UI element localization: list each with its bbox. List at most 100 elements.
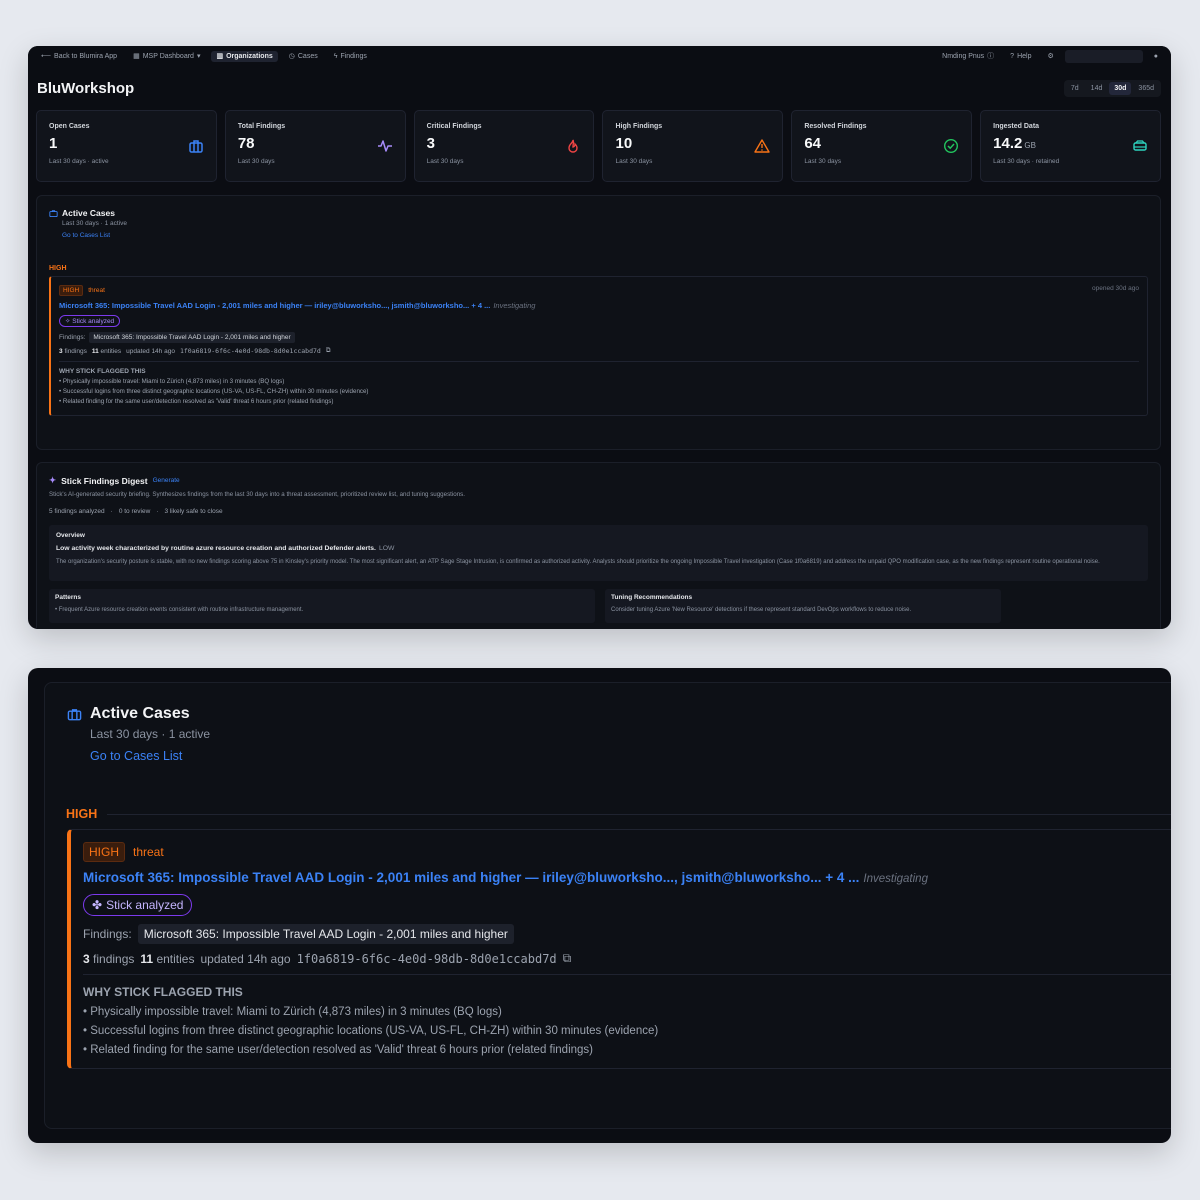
nav-organizations[interactable]: ▥ Organizations xyxy=(211,50,278,62)
findings-label: Findings: xyxy=(59,334,86,341)
findings-count: 3 xyxy=(59,347,63,355)
updated-time: updated 14h ago xyxy=(200,951,291,966)
stat-card[interactable]: Ingested Data 14.2 GB Last 30 days · retain… xyxy=(980,110,1161,182)
stat-card[interactable]: Open Cases 1 Last 30 days · active xyxy=(36,110,217,182)
chevron-down-icon: ▾ xyxy=(196,52,201,60)
reason-item: • Successful logins from three distinct … xyxy=(83,1025,659,1037)
briefcase-icon xyxy=(189,140,203,153)
stat-label: Ingested Data xyxy=(993,123,1040,130)
overview-body: The organization's security posture is s… xyxy=(56,559,1100,565)
risk-level: LOW xyxy=(378,545,395,552)
case-title-link[interactable]: Microsoft 365: Impossible Travel AAD Log… xyxy=(59,301,1139,310)
findings-digest-section: ✦ Stick Findings Digest Generate Stick's… xyxy=(36,462,1161,629)
reason-item: • Related finding for the same user/dete… xyxy=(83,1044,594,1056)
nav-settings[interactable]: ⚙ xyxy=(1042,51,1058,62)
nav-right-item[interactable]: Nmding Pnus ⓘ xyxy=(937,51,999,62)
nav-search-box[interactable] xyxy=(1064,49,1143,63)
info-icon: ⓘ xyxy=(987,52,995,60)
case-title-link[interactable]: Microsoft 365: Impossible Travel AAD Log… xyxy=(83,870,1171,885)
stat-card[interactable]: Resolved Findings 64 Last 30 days xyxy=(791,110,973,182)
stat-card[interactable]: High Findings 10 Last 30 days xyxy=(602,110,784,182)
digest-description: Stick's AI-generated security briefing. … xyxy=(49,491,465,498)
reason-item: • Physically impossible travel: Miami to… xyxy=(83,1006,502,1018)
nav-user[interactable]: ● xyxy=(1149,51,1163,62)
digest-safe: 3 likely safe to close xyxy=(164,508,223,515)
case-type: threat xyxy=(133,845,164,859)
check-circle-icon xyxy=(944,138,959,154)
entities-count: 11 xyxy=(91,347,99,355)
building-icon: ▥ xyxy=(216,52,224,60)
reason-item: • Physically impossible travel: Miami to… xyxy=(59,378,285,385)
copy-icon[interactable]: ⧉ xyxy=(326,347,331,355)
active-cases-title: Active Cases xyxy=(62,208,115,218)
sparkle-icon: ✦ xyxy=(49,475,57,485)
activity-icon xyxy=(377,140,392,152)
case-status: Investigating xyxy=(863,873,928,885)
case-card[interactable]: opened 30d ago HIGH threat Microsoft 365… xyxy=(49,276,1148,416)
reason-item: • Related finding for the same user/dete… xyxy=(59,398,334,405)
range-7d[interactable]: 7d xyxy=(1066,82,1084,95)
top-navbar: ⟵ Back to Blumira App ▦ MSP Dashboard ▾ ▥ Or… xyxy=(28,46,1171,66)
tuning-box: Tuning Recommendations Consider tuning A… xyxy=(605,589,1001,623)
stat-value: 64 xyxy=(804,135,821,152)
zoomed-cases-panel: Active Cases Last 30 days · 1 active Go … xyxy=(28,668,1171,1143)
digest-analyzed: 5 findings analyzed xyxy=(49,508,105,515)
stick-analyzed-chip[interactable]: ✧ Stick analyzed xyxy=(59,315,121,327)
stat-card[interactable]: Total Findings 78 Last 30 days xyxy=(224,110,406,182)
dashboard-panel: ⟵ Back to Blumira App ▦ MSP Dashboard ▾ ▥ Or… xyxy=(28,46,1171,629)
stat-subtext: Last 30 days · retained xyxy=(993,158,1060,165)
range-30d[interactable]: 30d xyxy=(1109,82,1132,95)
warning-icon xyxy=(754,139,771,153)
stat-unit: GB xyxy=(1024,141,1036,150)
case-id: 1f0a6819-6f6c-4e0d-98db-8d0e1ccabd7d xyxy=(179,347,321,355)
patterns-box: Patterns • Frequent Azure resource creat… xyxy=(49,589,595,623)
grid-icon: ▦ xyxy=(133,52,140,60)
range-365d[interactable]: 365d xyxy=(1133,82,1159,95)
severity-badge: HIGH xyxy=(59,285,84,296)
bolt-icon: ϟ xyxy=(333,52,338,60)
clock-icon: ◷ xyxy=(288,52,295,60)
active-cases-section-zoomed: Active Cases Last 30 days · 1 active Go … xyxy=(44,682,1171,1129)
severity-badge: HIGH xyxy=(83,842,125,862)
digest-to-review: 0 to review xyxy=(118,508,151,515)
nav-help[interactable]: ? Help xyxy=(1005,51,1036,62)
reason-item: • Successful logins from three distinct … xyxy=(59,388,369,395)
stat-card[interactable]: Critical Findings 3 Last 30 days xyxy=(413,110,595,182)
why-flagged-title: WHY STICK FLAGGED THIS xyxy=(59,368,146,375)
case-opened: opened 30d ago xyxy=(1092,285,1139,292)
go-to-cases-link[interactable]: Go to Cases List xyxy=(62,232,127,239)
stat-label: Open Cases xyxy=(49,123,90,130)
nav-findings[interactable]: ϟ Findings xyxy=(329,51,372,62)
copy-icon[interactable]: ⧉ xyxy=(563,951,572,966)
case-card[interactable]: HIGH threat Microsoft 365: Impossible Tr… xyxy=(67,829,1171,1069)
stick-analyzed-chip[interactable]: ✤ Stick analyzed xyxy=(83,894,193,916)
database-icon xyxy=(1133,140,1147,151)
briefcase-icon xyxy=(49,209,58,217)
severity-group-label: HIGH xyxy=(49,265,67,272)
sparkle-icon: ✤ xyxy=(92,898,103,912)
severity-group-label: HIGH xyxy=(66,807,98,821)
page-title: BluWorkshop xyxy=(37,80,135,97)
gear-icon: ⚙ xyxy=(1047,52,1054,60)
nav-msp-dashboard[interactable]: ▦ MSP Dashboard ▾ xyxy=(128,51,205,62)
generate-button[interactable]: Generate xyxy=(153,477,180,484)
finding-tag[interactable]: Microsoft 365: Impossible Travel AAD Log… xyxy=(137,924,514,944)
stats-row: Open Cases 1 Last 30 days · active Total Fi… xyxy=(36,110,1161,182)
overview-box: Overview Low activity week characterized… xyxy=(49,525,1148,581)
stat-subtext: Last 30 days xyxy=(237,158,275,165)
title-bar: BluWorkshop 7d 14d 30d 365d xyxy=(37,80,1161,97)
nav-back-link[interactable]: ⟵ Back to Blumira App xyxy=(36,51,122,62)
stat-label: Critical Findings xyxy=(426,123,482,130)
findings-label: Findings: xyxy=(83,927,132,941)
finding-tag[interactable]: Microsoft 365: Impossible Travel AAD Log… xyxy=(89,332,295,343)
time-range-selector: 7d 14d 30d 365d xyxy=(1063,80,1161,97)
tuning-text: Consider tuning Azure 'New Resource' det… xyxy=(611,607,912,613)
stat-subtext: Last 30 days xyxy=(426,158,464,165)
range-14d[interactable]: 14d xyxy=(1086,82,1108,95)
go-to-cases-link[interactable]: Go to Cases List xyxy=(90,749,210,763)
overview-label: Overview xyxy=(56,532,85,539)
briefcase-icon xyxy=(67,708,82,720)
why-flagged-title: WHY STICK FLAGGED THIS xyxy=(83,985,243,999)
nav-cases[interactable]: ◷ Cases xyxy=(284,51,323,62)
stat-value: 10 xyxy=(615,135,633,152)
